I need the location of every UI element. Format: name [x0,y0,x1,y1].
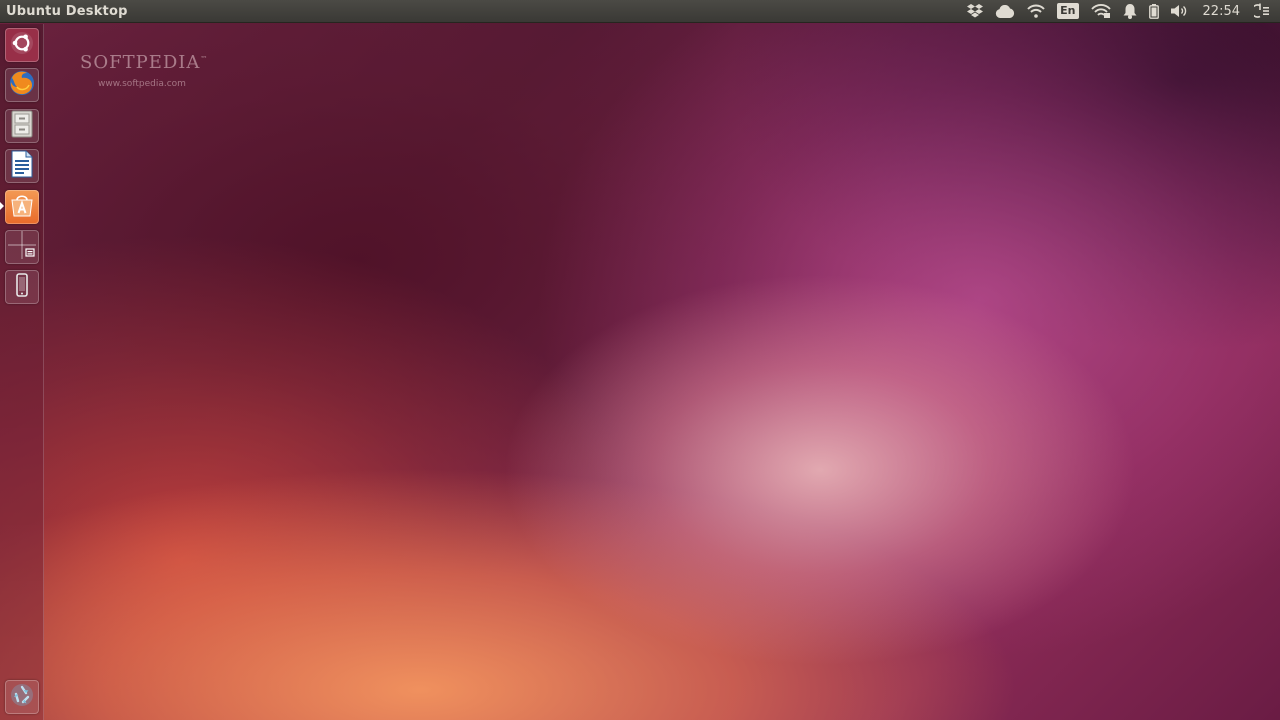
firefox-icon [8,69,36,101]
top-panel: Ubuntu Desktop En 22:54 [0,0,1280,23]
keyboard-layout-indicator[interactable]: En [1051,0,1084,23]
ubuntu-logo-icon [10,31,34,59]
bell-icon[interactable] [1117,0,1143,23]
window-title: Ubuntu Desktop [6,3,128,19]
launcher-item-workspace-switcher[interactable] [5,230,39,264]
launcher-item-libreoffice-writer[interactable] [5,149,39,183]
launcher-item-ubuntu-software-center[interactable] [5,190,39,224]
power-gear-icon[interactable] [1248,0,1276,23]
software-center-icon [9,192,35,222]
unity-launcher [0,24,44,720]
clock[interactable]: 22:54 [1195,4,1248,19]
wifi-icon[interactable] [1021,0,1051,23]
wireless-network-icon[interactable] [1085,0,1117,23]
launcher-item-firefox[interactable] [5,68,39,102]
launcher-item-trash[interactable] [5,680,39,714]
watermark-url: www.softpedia.com [98,79,186,89]
battery-icon[interactable] [1143,0,1165,23]
softpedia-watermark: SOFTPEDIA™ [80,52,208,73]
workspace-switcher-icon [7,230,37,264]
file-cabinet-icon [11,110,33,142]
cloud-icon[interactable] [989,0,1021,23]
launcher-active-indicator [0,202,4,210]
phone-icon [15,273,29,301]
indicator-area: En 22:54 [961,0,1280,23]
launcher-item-phone[interactable] [5,270,39,304]
dash-home-button[interactable] [5,28,39,62]
speaker-icon[interactable] [1165,0,1195,23]
trash-icon [9,682,35,712]
keyboard-layout-label: En [1057,3,1079,19]
dropbox-icon[interactable] [961,0,989,23]
document-icon [10,150,34,182]
watermark-logo-text: SOFTPEDIA [80,52,201,73]
launcher-item-files[interactable] [5,109,39,143]
watermark-trademark: ™ [200,55,209,63]
desktop-wallpaper [0,0,1280,720]
